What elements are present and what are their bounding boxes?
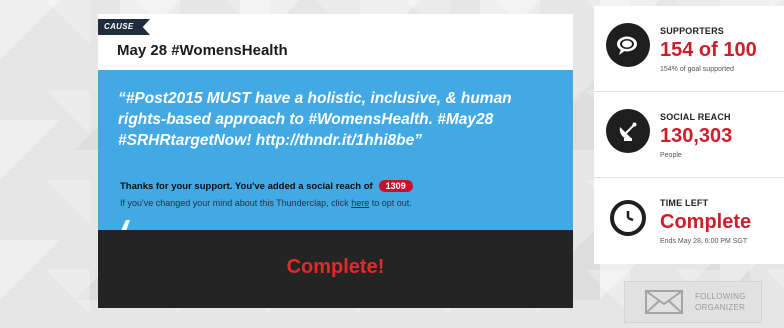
- supporters-sub: 154% of goal supported: [660, 66, 734, 73]
- campaign-title: May 28 #WomensHealth: [117, 42, 288, 59]
- reach-message: Thanks for your support. You've added a …: [120, 180, 413, 192]
- supporters-label: SUPPORTERS: [660, 26, 725, 36]
- tweet-text: “#Post2015 MUST have a holistic, inclusi…: [118, 90, 512, 149]
- stats-panel: SUPPORTERS 154 of 100 154% of goal suppo…: [594, 6, 784, 264]
- status-panel: Complete!: [98, 230, 573, 308]
- social-reach-stat: SOCIAL REACH 130,303 People: [594, 92, 784, 178]
- time-left-sub: Ends May 28, 6:00 PM SGT: [660, 238, 748, 245]
- clock-icon: [610, 200, 646, 236]
- social-reach-label: SOCIAL REACH: [660, 112, 731, 122]
- envelope-icon: [645, 290, 683, 314]
- social-reach-sub: People: [660, 152, 682, 159]
- supporters-stat: SUPPORTERS 154 of 100 154% of goal suppo…: [594, 6, 784, 92]
- optout-message: If you've changed your mind about this T…: [120, 198, 412, 208]
- cause-tag: CAUSE: [98, 19, 150, 35]
- supporters-value: 154 of 100: [660, 39, 757, 61]
- reach-value-badge: 1309: [378, 180, 413, 192]
- tweet-panel: “#Post2015 MUST have a holistic, inclusi…: [98, 70, 573, 248]
- campaign-card: CAUSE May 28 #WomensHealth “#Post2015 MU…: [98, 14, 573, 308]
- optout-suffix: to opt out.: [371, 198, 412, 208]
- time-left-label: TIME LEFT: [660, 198, 709, 208]
- time-left-value: Complete: [660, 211, 752, 233]
- time-left-stat: TIME LEFT Complete Ends May 28, 6:00 PM …: [594, 178, 784, 264]
- follow-line-2: ORGANIZER: [695, 303, 746, 312]
- complete-banner: Complete!: [286, 256, 385, 278]
- optout-prefix: If you've changed your mind about this T…: [120, 198, 349, 208]
- satellite-dish-icon: [606, 109, 650, 153]
- following-organizer-label: FOLLOWING ORGANIZER: [695, 291, 746, 313]
- following-organizer-button[interactable]: FOLLOWING ORGANIZER: [624, 281, 762, 323]
- optout-link[interactable]: here: [351, 198, 369, 208]
- follow-line-1: FOLLOWING: [695, 292, 746, 301]
- speech-bubbles-icon: [606, 23, 650, 67]
- social-reach-value: 130,303: [660, 125, 733, 147]
- reach-message-text: Thanks for your support. You've added a …: [120, 180, 373, 192]
